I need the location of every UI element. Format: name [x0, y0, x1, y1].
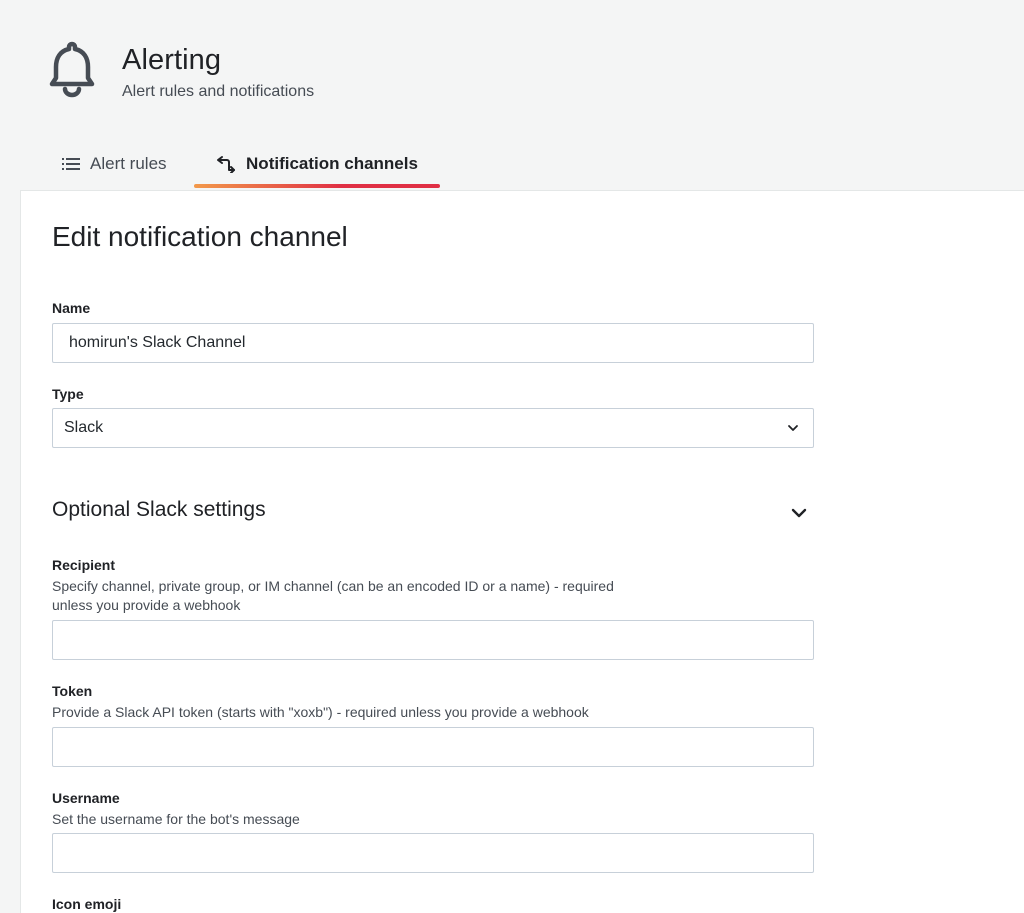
type-select[interactable]: Slack — [52, 408, 814, 448]
token-input[interactable] — [52, 727, 814, 767]
chevron-down-icon — [791, 508, 807, 518]
page-header-subtitle: Alert rules and notifications — [122, 83, 315, 100]
page-header: Alerting Alert rules and notifications A… — [0, 0, 1024, 190]
username-label: Username — [52, 790, 120, 806]
recipient-label: Recipient — [52, 557, 116, 573]
type-select-value: Slack — [64, 419, 104, 436]
tab-alert-rules-label: Alert rules — [90, 154, 167, 173]
channel-icon — [217, 156, 236, 173]
recipient-input[interactable] — [52, 620, 814, 660]
icon-emoji-label: Icon emoji — [52, 896, 122, 912]
name-label: Name — [52, 300, 91, 316]
tab-notification-channels[interactable]: Notification channels — [194, 140, 440, 188]
name-input[interactable] — [52, 323, 814, 363]
tab-bar: Alert rules Notification channels — [0, 140, 1024, 190]
optional-settings-title[interactable]: Optional Slack settings — [52, 498, 266, 522]
chevron-down-icon — [788, 425, 798, 431]
page-title: Edit notification channel — [52, 221, 348, 252]
list-icon — [62, 158, 80, 170]
token-label: Token — [52, 683, 93, 699]
tab-notification-channels-label: Notification channels — [246, 154, 418, 173]
token-description: Provide a Slack API token (starts with "… — [52, 704, 589, 720]
active-tab-indicator — [194, 184, 440, 188]
bell-icon — [49, 41, 95, 98]
edit-channel-panel: Edit notification channel Name Type Slac… — [20, 190, 1024, 913]
page-header-title: Alerting — [122, 44, 222, 76]
tab-alert-rules[interactable]: Alert rules — [62, 140, 167, 188]
username-description: Set the username for the bot's message — [52, 811, 300, 827]
username-input[interactable] — [52, 833, 814, 873]
type-label: Type — [52, 386, 84, 402]
recipient-description: Specify channel, private group, or IM ch… — [52, 578, 614, 613]
optional-settings-toggle[interactable] — [787, 501, 811, 525]
